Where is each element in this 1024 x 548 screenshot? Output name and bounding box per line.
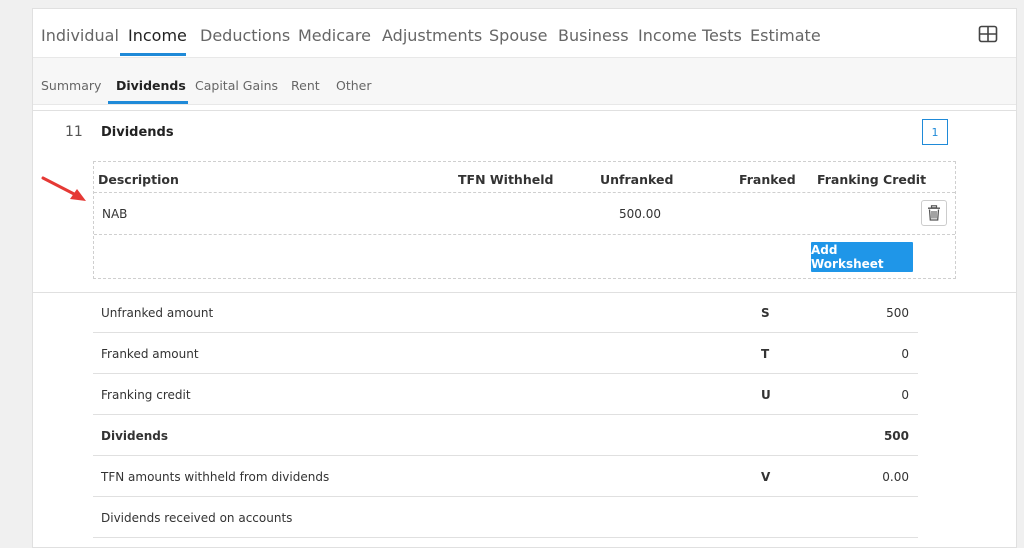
tab-adjustments[interactable]: Adjustments [382, 26, 482, 45]
summary-label: Dividends received on accounts [101, 511, 293, 525]
income-panel: Individual Income Deductions Medicare Ad… [32, 8, 1017, 548]
item-number: 11 [65, 124, 83, 140]
cell-unfranked[interactable]: 500.00 [619, 207, 661, 221]
subtab-dividends[interactable]: Dividends [116, 78, 186, 93]
active-subtab-indicator [108, 101, 188, 104]
tab-individual[interactable]: Individual [41, 26, 119, 45]
summary-value: 0 [901, 388, 909, 402]
subtab-other[interactable]: Other [336, 78, 372, 93]
tab-medicare[interactable]: Medicare [298, 26, 371, 45]
tab-income-tests[interactable]: Income Tests [638, 26, 742, 45]
section-title: Dividends [101, 125, 174, 140]
column-header-description: Description [98, 172, 179, 187]
summary-value: 500 [883, 429, 909, 443]
add-worksheet-button[interactable]: Add Worksheet [811, 242, 913, 272]
summary-value: 0.00 [882, 470, 909, 484]
worksheet-count-badge[interactable]: 1 [922, 119, 948, 145]
main-tab-bar: Individual Income Deductions Medicare Ad… [33, 9, 1016, 57]
summary-label: Franked amount [101, 347, 199, 361]
label-code: S [761, 306, 770, 320]
tab-spouse[interactable]: Spouse [489, 26, 547, 45]
column-header-unfranked: Unfranked [600, 172, 674, 187]
label-code: V [761, 470, 771, 484]
tab-income[interactable]: Income [128, 26, 187, 45]
label-code: U [761, 388, 771, 402]
column-header-franked: Franked [739, 172, 796, 187]
summary-row-dividends-on-accounts: Dividends received on accounts [93, 497, 918, 538]
summary-label: Franking credit [101, 388, 191, 402]
column-header-tfn-withheld: TFN Withheld [458, 172, 554, 187]
summary-row-dividends-total: Dividends 500 [93, 415, 918, 456]
divider [33, 110, 1016, 111]
summary-row-tfn-withheld: TFN amounts withheld from dividends V 0.… [93, 456, 918, 497]
dividends-worksheet-table: Description TFN Withheld Unfranked Frank… [93, 161, 956, 279]
summary-row-franking-credit: Franking credit U 0 [93, 374, 918, 415]
table-divider [94, 192, 955, 193]
red-arrow-annotation [41, 176, 86, 201]
active-tab-indicator [120, 53, 186, 56]
summary-row-franked: Franked amount T 0 [93, 333, 918, 374]
trash-icon [928, 205, 940, 221]
tab-deductions[interactable]: Deductions [200, 26, 290, 45]
summary-label: TFN amounts withheld from dividends [101, 470, 330, 484]
grid-layout-icon[interactable] [978, 25, 998, 43]
subtab-summary[interactable]: Summary [41, 78, 101, 93]
summary-label: Dividends [101, 429, 169, 443]
subtab-rent[interactable]: Rent [291, 78, 320, 93]
summary-value: 500 [886, 306, 909, 320]
label-code: T [761, 347, 770, 361]
cell-description[interactable]: NAB [102, 207, 127, 221]
summary-label: Unfranked amount [101, 306, 214, 320]
delete-row-button[interactable] [921, 200, 947, 226]
table-divider [94, 234, 955, 235]
summary-value: 0 [901, 347, 909, 361]
tab-business[interactable]: Business [558, 26, 629, 45]
subtab-capital-gains[interactable]: Capital Gains [195, 78, 278, 93]
sub-tab-bar: Summary Dividends Capital Gains Rent Oth… [33, 57, 1016, 105]
column-header-franking-credit: Franking Credit [817, 172, 927, 187]
summary-row-unfranked: Unfranked amount S 500 [93, 292, 918, 333]
tab-estimate[interactable]: Estimate [750, 26, 821, 45]
